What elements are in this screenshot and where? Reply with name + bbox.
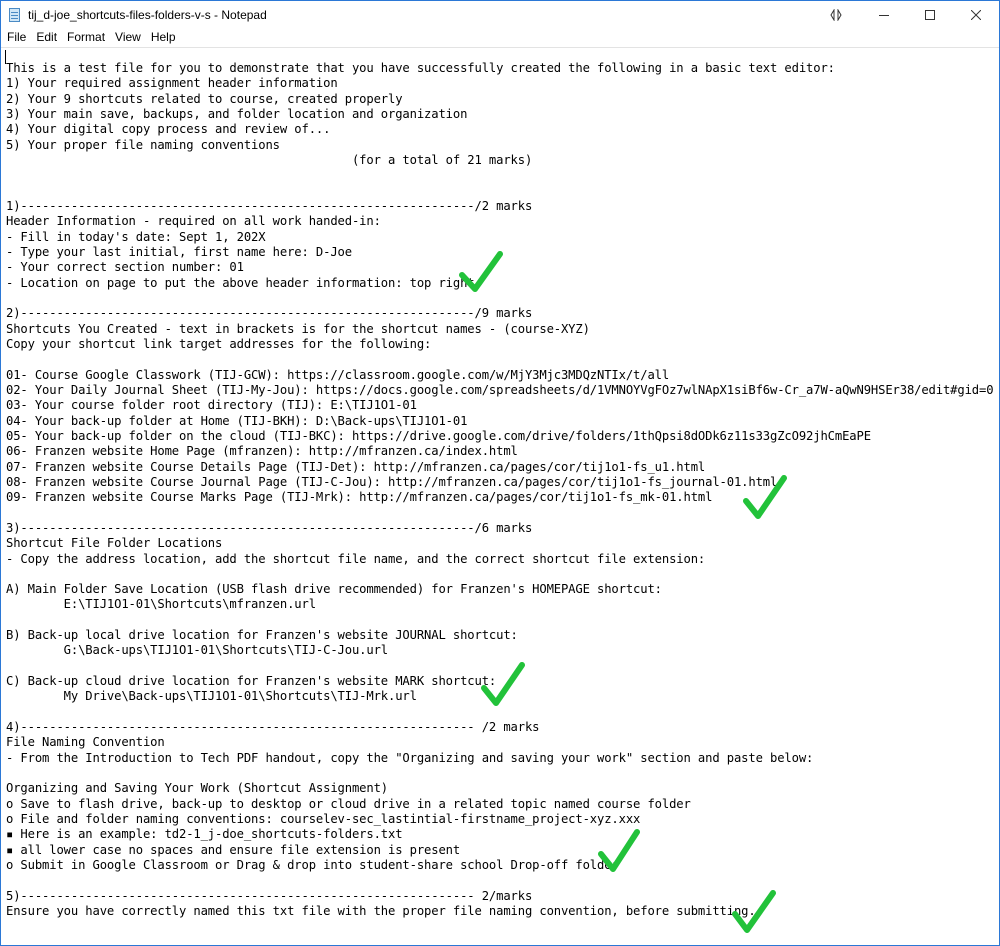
text-line: [6, 506, 996, 521]
text-line: 4)--------------------------------------…: [6, 720, 540, 735]
text-line: o Save to flash drive, back-up to deskto…: [6, 796, 691, 811]
checkmark-icon: [743, 475, 787, 520]
text-line: 2)--------------------------------------…: [6, 306, 533, 321]
text-line: Shortcut File Folder Locations: [6, 536, 223, 551]
text-line: 5) Your proper file naming conventions: [6, 137, 280, 152]
checkmark-icon: [732, 890, 776, 934]
text-line: Ensure you have correctly named this txt…: [6, 904, 756, 919]
text-line: 06- Franzen website Home Page (mfranzen)…: [6, 444, 518, 459]
text-line: Copy your shortcut link target addresses…: [6, 336, 432, 351]
minimize-button[interactable]: [861, 1, 907, 28]
text-line: 2) Your 9 shortcuts related to course, c…: [6, 91, 403, 106]
text-line: 02- Your Daily Journal Sheet (TIJ-My-Jou…: [6, 382, 994, 397]
checkmark-icon: [481, 662, 525, 707]
notepad-window: tij_d-joe_shortcuts-files-folders-v-s - …: [0, 0, 1000, 946]
maximize-button[interactable]: [907, 1, 953, 28]
text-line: Shortcuts You Created - text in brackets…: [6, 321, 590, 336]
text-line: B) Back-up local drive location for Fran…: [6, 628, 518, 643]
text-line: Header Information - required on all wor…: [6, 214, 381, 229]
window-title: tij_d-joe_shortcuts-files-folders-v-s - …: [28, 7, 267, 22]
text-line: (for a total of 21 marks): [6, 152, 533, 167]
text-line: 5)--------------------------------------…: [6, 888, 533, 903]
text-line: - Copy the address location, add the sho…: [6, 551, 706, 566]
text-line: o File and folder naming conventions: co…: [6, 812, 641, 827]
text-line: G:\Back-ups\TIJ1O1-01\Shortcuts\TIJ-C-Jo…: [6, 643, 388, 658]
text-line: 1) Your required assignment header infor…: [6, 76, 338, 91]
text-line: o Submit in Google Classroom or Drag & d…: [6, 858, 619, 873]
text-line: [6, 766, 996, 781]
text-line: 1)--------------------------------------…: [6, 198, 533, 213]
text-line: 04- Your back-up folder at Home (TIJ-BKH…: [6, 413, 468, 428]
compact-overlay-icon: [830, 8, 842, 21]
text-line: [6, 168, 996, 183]
text-line: 01- Course Google Classwork (TIJ-GCW): h…: [6, 367, 670, 382]
menu-edit[interactable]: Edit: [31, 28, 62, 47]
menu-bar: File Edit Format View Help: [1, 28, 999, 47]
text-line: [6, 613, 996, 628]
document-text[interactable]: This is a test file for you to demonstra…: [6, 61, 996, 919]
text-line: 3) Your main save, backups, and folder l…: [6, 106, 468, 121]
menu-format[interactable]: Format: [62, 28, 110, 47]
text-line: ▪ all lower case no spaces and ensure fi…: [6, 842, 461, 857]
compact-overlay-button[interactable]: [813, 1, 859, 28]
notepad-icon[interactable]: [8, 7, 22, 23]
text-line: [6, 291, 996, 306]
checkmark-icon: [459, 251, 503, 293]
text-line: 07- Franzen website Course Details Page …: [6, 459, 706, 474]
text-editor[interactable]: This is a test file for you to demonstra…: [1, 47, 999, 945]
text-line: 4) Your digital copy process and review …: [6, 122, 331, 137]
menu-help[interactable]: Help: [146, 28, 181, 47]
text-line: This is a test file for you to demonstra…: [6, 61, 835, 75]
title-bar[interactable]: tij_d-joe_shortcuts-files-folders-v-s - …: [1, 1, 999, 28]
text-line: E:\TIJ1O1-01\Shortcuts\mfranzen.url: [6, 597, 316, 612]
text-line: 09- Franzen website Course Marks Page (T…: [6, 490, 713, 505]
menu-file[interactable]: File: [2, 28, 31, 47]
checkmark-icon: [598, 829, 640, 873]
close-button[interactable]: [953, 1, 999, 28]
text-line: A) Main Folder Save Location (USB flash …: [6, 582, 662, 597]
text-line: 08- Franzen website Course Journal Page …: [6, 474, 778, 489]
text-line: 03- Your course folder root directory (T…: [6, 398, 417, 413]
text-line: Organizing and Saving Your Work (Shortcu…: [6, 781, 388, 796]
text-line: [6, 873, 996, 888]
text-line: - From the Introduction to Tech PDF hand…: [6, 750, 814, 765]
window-controls: [813, 1, 999, 28]
text-line: [6, 352, 996, 367]
text-line: [6, 705, 996, 720]
text-line: 3)--------------------------------------…: [6, 520, 533, 535]
close-icon: [971, 9, 981, 20]
menu-view[interactable]: View: [110, 28, 146, 47]
text-line: File Naming Convention: [6, 735, 165, 750]
text-line: - Fill in today's date: Sept 1, 202X: [6, 229, 266, 244]
text-line: 05- Your back-up folder on the cloud (TI…: [6, 428, 871, 443]
text-line: [6, 567, 996, 582]
minimize-icon: [879, 14, 889, 16]
text-line: ▪ Here is an example: td2-1_j-doe_shortc…: [6, 827, 403, 842]
maximize-icon: [925, 9, 935, 20]
text-line: [6, 184, 996, 199]
